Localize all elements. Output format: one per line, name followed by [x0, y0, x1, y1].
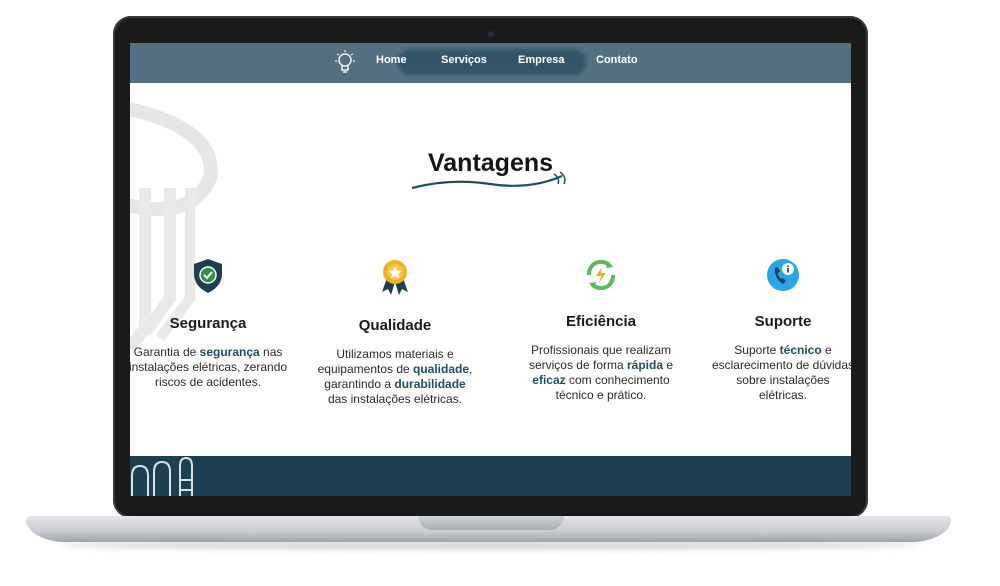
efficiency-bolt-icon [586, 259, 616, 291]
next-section-band [130, 456, 851, 496]
decorative-plug-outline [131, 456, 193, 496]
camera-icon [488, 31, 494, 37]
website-screen: Home Serviços Empresa Contato Vantagens … [130, 43, 851, 496]
card-qualidade: Qualidade Utilizamos materiais e equipam… [315, 258, 475, 407]
nav-empresa-link[interactable]: Empresa [518, 54, 564, 66]
navbar: Home Serviços Empresa Contato [130, 43, 851, 83]
card-title: Segurança [169, 315, 247, 332]
card-eficiencia: Eficiência Profissionais que realizam se… [521, 258, 681, 403]
medal-star-icon [382, 260, 408, 295]
card-title: Eficiência [565, 313, 637, 330]
nav-contato-link[interactable]: Contato [596, 54, 638, 66]
support-phone-icon [767, 259, 799, 291]
nav-home-link[interactable]: Home [376, 54, 407, 66]
lightbulb-logo-icon[interactable] [334, 48, 356, 78]
card-title: Suporte [754, 313, 812, 330]
card-description: Suporte técnico e esclarecimento de dúvi… [711, 343, 851, 402]
card-description: Utilizamos materiais e equipamentos de q… [317, 347, 473, 406]
card-suporte: Suporte Suporte técnico e esclarecimento… [711, 258, 851, 403]
shield-check-icon [194, 259, 222, 293]
card-description: Profissionais que realizam serviços de f… [528, 343, 674, 402]
card-description: Garantia de segurança nas instalações el… [130, 345, 288, 389]
card-seguranca: Segurança Garantia de segurança nas inst… [130, 258, 288, 390]
card-title: Qualidade [358, 317, 432, 334]
laptop-notch [418, 516, 564, 530]
title-wave-decoration [411, 171, 566, 190]
nav-servicos-link[interactable]: Serviços [441, 54, 487, 66]
